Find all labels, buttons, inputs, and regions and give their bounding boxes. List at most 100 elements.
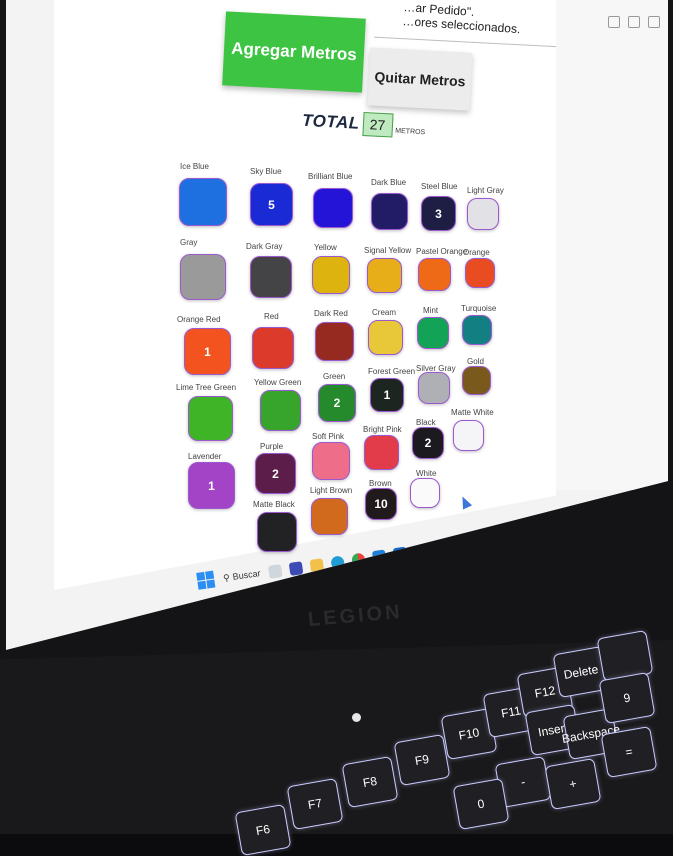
swatch-label: Brilliant Blue <box>308 172 353 181</box>
browser-toolbar <box>608 16 660 28</box>
color-swatch[interactable] <box>364 435 399 470</box>
swatch-label: Turquoise <box>461 304 497 313</box>
color-swatch[interactable]: 1 <box>188 462 235 509</box>
swatch-label: Mint <box>423 306 439 315</box>
share-icon[interactable] <box>608 16 620 28</box>
screen: …ar Pedido". …ores seleccionados. Agrega… <box>6 0 668 650</box>
search-icon: ⚲ <box>222 571 231 583</box>
files-icon[interactable] <box>267 563 283 579</box>
color-swatch[interactable] <box>418 372 450 404</box>
color-swatch[interactable] <box>410 478 440 508</box>
color-swatch[interactable] <box>312 256 350 294</box>
page-instructions: …ar Pedido". …ores seleccionados. <box>402 0 522 36</box>
start-icon[interactable] <box>196 570 216 590</box>
taskbar-search[interactable]: ⚲ Buscar <box>222 568 261 584</box>
swatch-label: Forest Green <box>368 367 416 376</box>
taskbar-search-label: Buscar <box>232 568 262 582</box>
color-swatch[interactable] <box>180 254 226 300</box>
color-swatch[interactable] <box>260 390 301 431</box>
swatch-label: Gold <box>467 357 484 366</box>
remove-meters-button[interactable]: Quitar Metros <box>367 47 473 111</box>
chrome-icon[interactable] <box>350 551 366 567</box>
color-swatch[interactable] <box>250 256 292 298</box>
edge-icon[interactable] <box>329 554 345 570</box>
color-swatch[interactable]: 2 <box>318 384 356 422</box>
color-swatch[interactable] <box>312 442 350 480</box>
swatch-label: Signal Yellow <box>364 246 412 255</box>
keyboard-key: F6 <box>234 803 292 856</box>
color-swatch[interactable] <box>462 315 492 345</box>
keyboard-key: = <box>600 725 658 779</box>
swatch-count: 10 <box>374 497 388 511</box>
total-label: TOTAL <box>301 110 361 133</box>
color-swatch[interactable] <box>462 366 491 395</box>
color-swatch[interactable] <box>367 258 402 293</box>
swatch-count: 2 <box>424 436 432 450</box>
color-swatch[interactable] <box>315 322 354 361</box>
color-swatch[interactable]: 2 <box>255 453 296 494</box>
vscode-icon[interactable] <box>371 549 387 564</box>
color-swatch[interactable] <box>467 198 499 230</box>
divider <box>374 36 556 49</box>
color-swatch[interactable]: 10 <box>365 488 397 520</box>
swatch-label: Pastel Orange <box>416 247 468 256</box>
swatch-count: 2 <box>333 396 341 410</box>
add-meters-button[interactable]: Agregar Metros <box>222 11 366 93</box>
swatch-label: Orange <box>463 248 490 257</box>
swatch-label: Dark Blue <box>371 178 407 187</box>
swatch-label: Dark Red <box>314 309 348 318</box>
total-value-field: 27 <box>361 111 394 138</box>
swatch-label: Lavender <box>188 452 222 461</box>
color-swatch[interactable] <box>453 420 484 451</box>
swatch-label: Ice Blue <box>180 162 209 171</box>
meet-icon[interactable] <box>288 560 303 576</box>
swatch-label: Red <box>264 312 279 321</box>
color-swatch[interactable] <box>465 258 495 288</box>
swatch-label: Brown <box>369 479 392 488</box>
swatch-label: Yellow Green <box>254 378 302 387</box>
color-swatch[interactable] <box>179 178 227 226</box>
copy-icon[interactable] <box>628 16 640 28</box>
swatch-label: Yellow <box>314 243 337 252</box>
keyboard-key: 9 <box>598 671 656 725</box>
color-swatch[interactable]: 2 <box>412 427 444 459</box>
browser-side-panel <box>556 0 668 490</box>
swatch-label: Purple <box>260 442 284 451</box>
color-swatch[interactable] <box>368 320 403 355</box>
color-swatch[interactable] <box>188 396 233 441</box>
webcam-icon <box>352 713 361 722</box>
color-swatch[interactable] <box>371 193 408 230</box>
swatch-label: Orange Red <box>177 315 221 324</box>
extension-icon[interactable] <box>648 16 660 28</box>
swatch-label: Light Gray <box>467 186 504 195</box>
swatch-count: 1 <box>208 478 215 493</box>
swatch-label: Matte White <box>451 408 494 417</box>
swatch-label: Steel Blue <box>421 182 458 191</box>
swatch-label: White <box>416 469 437 478</box>
color-swatch[interactable] <box>311 498 348 535</box>
swatch-label: Dark Gray <box>246 242 283 251</box>
swatch-label: Matte Black <box>253 500 295 509</box>
swatch-label: Soft Pink <box>312 432 345 441</box>
keyboard-key: F9 <box>393 733 451 787</box>
swatch-label: Black <box>416 418 436 427</box>
color-swatch[interactable]: 1 <box>184 328 231 375</box>
keyboard-key: + <box>544 757 602 811</box>
swatch-label: Sky Blue <box>250 167 282 176</box>
swatch-label: Gray <box>180 238 198 247</box>
folder-icon[interactable] <box>309 557 324 573</box>
swatch-label: Lime Tree Green <box>176 383 237 392</box>
color-swatch[interactable]: 5 <box>250 183 293 226</box>
swatch-label: Cream <box>372 308 397 317</box>
store-icon[interactable] <box>392 546 407 561</box>
color-swatch[interactable] <box>313 188 353 228</box>
swatch-count: 1 <box>204 344 211 359</box>
color-swatch[interactable] <box>417 317 449 349</box>
color-swatch[interactable] <box>418 258 451 291</box>
total-unit: METROS <box>395 127 426 136</box>
keyboard-key: F8 <box>341 755 399 809</box>
color-swatch[interactable]: 1 <box>370 378 404 412</box>
color-swatch[interactable]: 3 <box>421 196 456 231</box>
swatch-count: 3 <box>435 206 442 221</box>
color-swatch[interactable] <box>252 327 294 369</box>
